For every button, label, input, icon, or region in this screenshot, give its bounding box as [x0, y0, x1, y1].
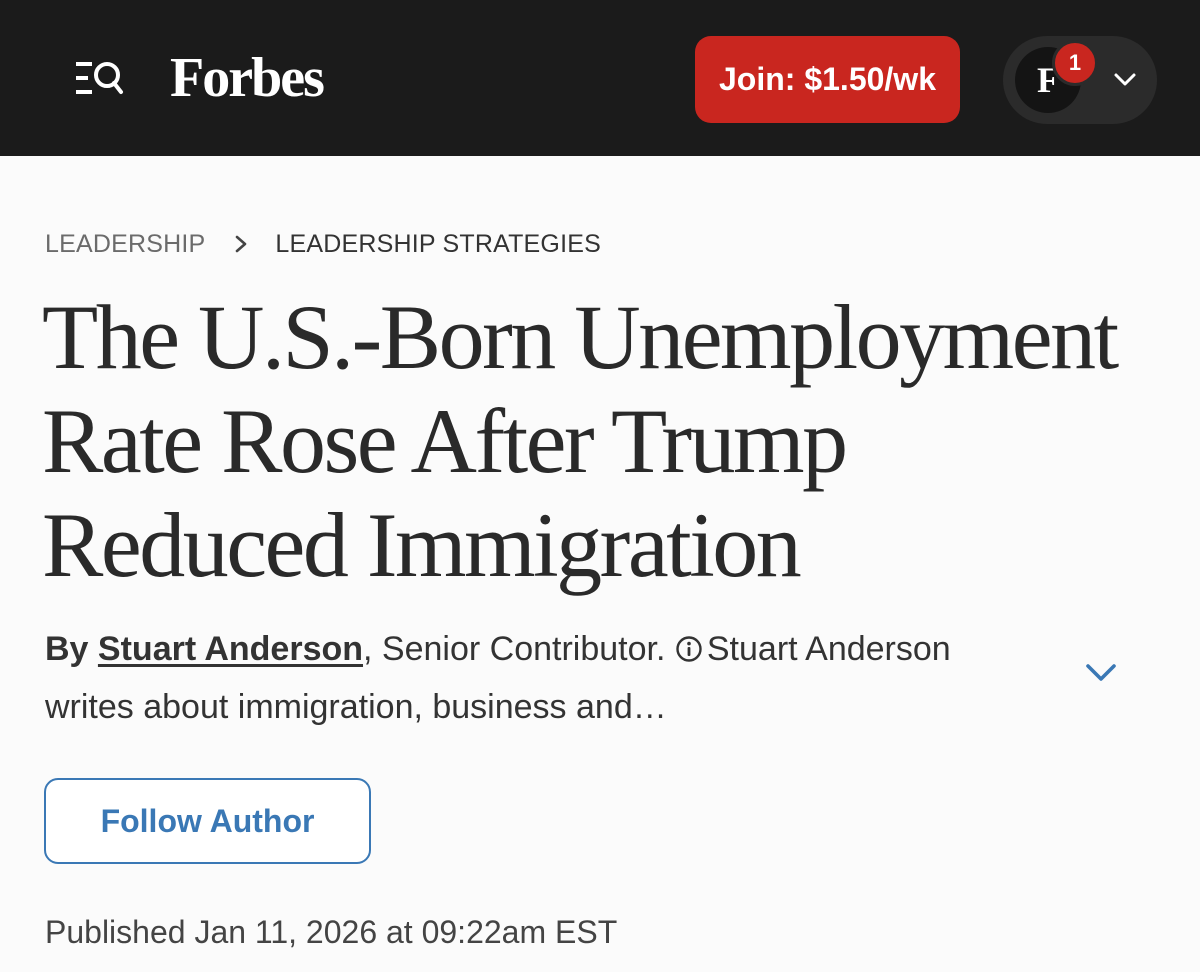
chevron-right-icon — [236, 235, 247, 253]
breadcrumb: LEADERSHIP LEADERSHIP STRATEGIES — [45, 226, 601, 262]
article-headline: The U.S.-Born Unemployment Rate Rose Aft… — [42, 286, 1119, 596]
follow-author-button[interactable]: Follow Author — [44, 778, 371, 864]
breadcrumb-item-leadership[interactable]: LEADERSHIP — [45, 230, 205, 259]
author-byline: By Stuart Anderson, Senior Contributor. … — [45, 620, 975, 736]
forbes-logo[interactable]: Forbes — [170, 42, 325, 114]
notification-badge: 1 — [1052, 40, 1098, 86]
menu-search-icon[interactable] — [74, 58, 126, 98]
chevron-down-icon[interactable] — [1084, 660, 1118, 686]
chevron-down-icon[interactable] — [1113, 70, 1137, 90]
top-navigation-bar: Forbes Join: $1.50/wk F 1 — [0, 0, 1200, 156]
join-subscription-button[interactable]: Join: $1.50/wk — [695, 36, 960, 123]
info-icon[interactable] — [675, 635, 703, 663]
published-date: Published Jan 11, 2026 at 09:22am EST — [45, 914, 618, 950]
author-name-link[interactable]: Stuart Anderson — [98, 630, 363, 668]
author-role: Senior Contributor. — [381, 630, 666, 668]
account-menu[interactable]: F 1 — [1003, 36, 1157, 124]
byline-by-label: By — [45, 630, 89, 668]
byline-comma: , — [363, 630, 373, 668]
breadcrumb-item-leadership-strategies[interactable]: LEADERSHIP STRATEGIES — [275, 230, 601, 259]
